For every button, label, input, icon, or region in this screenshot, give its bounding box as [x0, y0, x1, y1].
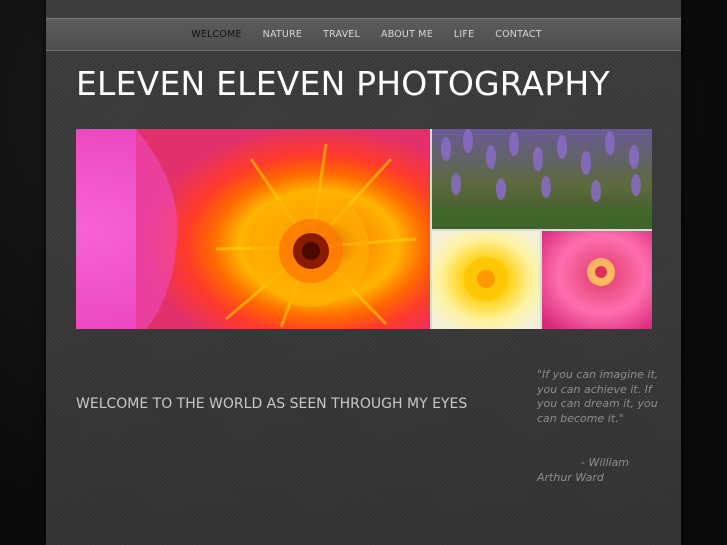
banner-collage	[76, 129, 652, 329]
nav-item-about-me[interactable]: ABOUT ME	[371, 29, 444, 40]
nav-item-welcome[interactable]: WELCOME	[181, 29, 252, 40]
nav-item-travel[interactable]: TRAVEL	[313, 29, 371, 40]
nav-item-contact[interactable]: CONTACT	[485, 29, 552, 40]
lavender-field-photo	[431, 129, 652, 230]
gazania-flower-photo	[76, 129, 431, 329]
yellow-lily-photo	[431, 230, 541, 329]
nav-list: WELCOME NATURE TRAVEL ABOUT ME LIFE CONT…	[46, 19, 681, 50]
site-title: ELEVEN ELEVEN PHOTOGRAPHY	[76, 64, 610, 103]
nav-bar: WELCOME NATURE TRAVEL ABOUT ME LIFE CONT…	[46, 18, 681, 51]
quote-author: - William Arthur Ward	[537, 456, 630, 484]
pink-dahlia-photo	[541, 230, 652, 329]
nav-item-life[interactable]: LIFE	[443, 29, 484, 40]
welcome-heading: WELCOME TO THE WORLD AS SEEN THROUGH MY …	[76, 396, 468, 412]
nav-item-nature[interactable]: NATURE	[252, 29, 312, 40]
quote-text: "If you can imagine it, you can achieve …	[537, 368, 659, 425]
